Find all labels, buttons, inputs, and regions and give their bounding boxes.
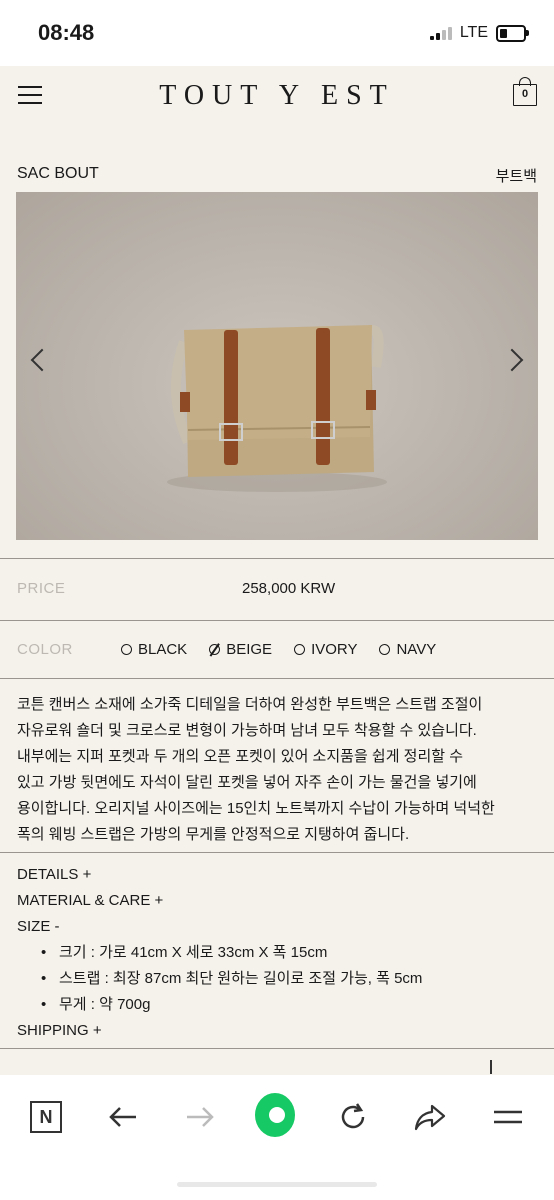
home-indicator [177, 1182, 377, 1187]
text-cursor [490, 1060, 492, 1074]
material-care-toggle[interactable]: MATERIAL & CARE + [17, 888, 537, 914]
color-option-beige[interactable]: BEIGE [209, 641, 272, 658]
cart-count: 0 [521, 88, 529, 100]
status-time: 08:48 [38, 20, 95, 45]
price-value: 258,000 KRW [242, 580, 336, 597]
n-icon[interactable]: N [26, 1097, 66, 1137]
color-option-ivory[interactable]: IVORY [294, 641, 357, 658]
battery-icon [496, 24, 529, 42]
status-indicators: LTE [429, 24, 529, 42]
divider [0, 558, 554, 559]
site-header: TOUT Y EST 0 [0, 66, 554, 130]
radio-icon [379, 644, 391, 655]
bag-photo [167, 325, 387, 492]
details-accordion: DETAILS + MATERIAL & CARE + SIZE - • 크기 :… [17, 862, 537, 1044]
product-description: 코튼 캔버스 소재에 소가죽 디테일을 더하여 완성한 부트백은 스트랩 조절이… [17, 696, 495, 843]
size-item: • 크기 : 가로 41cm X 세로 33cm X 폭 15cm [41, 944, 328, 961]
size-toggle[interactable]: SIZE - [17, 914, 537, 940]
bag-icon[interactable]: 0 [513, 77, 537, 106]
color-option-black[interactable]: BLACK [121, 641, 187, 658]
color-option-navy[interactable]: NAVY [379, 641, 436, 658]
status-bar: 08:48 LTE [0, 0, 554, 66]
price-label: PRICE [17, 580, 66, 597]
refresh-icon[interactable] [333, 1097, 373, 1137]
color-label: COLOR [17, 641, 73, 658]
green-dot-icon[interactable] [255, 1093, 295, 1137]
details-toggle[interactable]: DETAILS + [17, 862, 537, 888]
product-title: SAC BOUT [17, 165, 99, 182]
product-title-ko: 부트백 [495, 168, 537, 185]
network-label: LTE [459, 24, 488, 41]
menu-icon[interactable] [488, 1097, 528, 1137]
signal-icon [429, 26, 452, 40]
divider [0, 1048, 554, 1049]
color-options: BLACK BEIGE IVORY NAVY [121, 641, 436, 658]
radio-icon [294, 644, 306, 655]
product-image [16, 192, 538, 540]
size-item: • 스트랩 : 최장 87cm 최단 원하는 길이로 조절 가능, 폭 5cm [41, 970, 423, 987]
radio-icon [121, 644, 132, 655]
divider [0, 620, 554, 621]
share-icon[interactable] [410, 1097, 450, 1137]
divider [0, 852, 554, 853]
back-arrow-icon[interactable] [103, 1097, 143, 1137]
shipping-toggle[interactable]: SHIPPING + [17, 1018, 537, 1044]
divider [0, 678, 554, 679]
forward-arrow-icon[interactable] [180, 1097, 220, 1137]
brand-logo[interactable]: TOUT Y EST [0, 80, 554, 112]
size-item: • 무게 : 약 700g [41, 996, 151, 1013]
radio-selected-icon [209, 644, 221, 655]
